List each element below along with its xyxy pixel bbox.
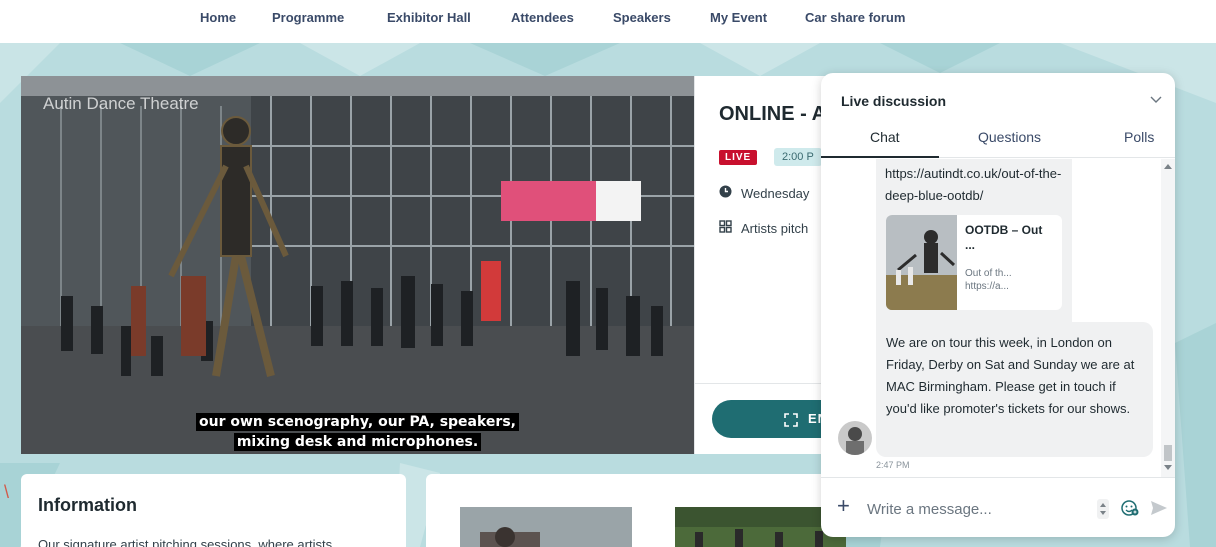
gallery-thumbnail-1[interactable] [460, 507, 632, 547]
emoji-add-icon[interactable] [1121, 499, 1139, 522]
tab-chat[interactable]: Chat [870, 129, 900, 145]
link-preview-description: Out of th... https://a... [965, 268, 1012, 292]
chat-message-list[interactable]: https://autindt.co.uk/out-of-the-deep-bl… [821, 159, 1175, 477]
message-timestamp: 2:47 PM [876, 460, 910, 470]
chat-message-text: We are on tour this week, in London on F… [886, 335, 1135, 416]
avatar[interactable] [838, 421, 872, 455]
information-description: Our signature artist pitching sessions, … [38, 537, 333, 547]
information-card: Information Our signature artist pitchin… [21, 474, 406, 547]
tab-polls[interactable]: Polls [1124, 129, 1154, 145]
composer-divider [821, 477, 1175, 478]
active-tab-indicator [821, 156, 939, 158]
grid-icon [719, 220, 733, 236]
caption-text-1: our own scenography, our PA, speakers, [196, 413, 519, 431]
message-input[interactable] [867, 494, 1087, 524]
media-gallery-card [426, 474, 846, 547]
video-frame-image [21, 76, 694, 454]
nav-item-car-share-forum[interactable]: Car share forum [805, 10, 905, 25]
chat-scrollbar[interactable] [1161, 159, 1175, 477]
chat-panel-title: Live discussion [841, 93, 947, 109]
link-preview-image [886, 215, 957, 310]
nav-item-attendees[interactable]: Attendees [511, 10, 574, 25]
send-icon[interactable] [1150, 499, 1168, 522]
decorative-shape: \ [4, 482, 10, 502]
video-watermark: Autin Dance Theatre [43, 94, 199, 113]
scroll-down-arrow-icon[interactable] [1164, 465, 1172, 471]
scrollbar-thumb[interactable] [1164, 445, 1172, 461]
nav-item-exhibitor-hall[interactable]: Exhibitor Hall [387, 10, 471, 25]
video-caption-line-2: mixing desk and microphones. [21, 433, 694, 451]
nav-item-programme[interactable]: Programme [272, 10, 344, 25]
session-time-badge: 2:00 P [774, 148, 822, 166]
session-date: Wednesday [741, 186, 810, 201]
top-navigation: Home Programme Exhibitor Hall Attendees … [0, 0, 1216, 43]
clock-icon [719, 185, 733, 201]
nav-item-my-event[interactable]: My Event [710, 10, 767, 25]
session-title: ONLINE - A [719, 103, 827, 125]
fullscreen-icon [784, 412, 802, 427]
link-preview-title: OOTDB – Out ... [965, 223, 1043, 252]
nav-item-speakers[interactable]: Speakers [613, 10, 671, 25]
video-player[interactable]: Autin Dance Theatre our own scenography,… [21, 76, 694, 454]
session-track: Artists pitch [741, 221, 809, 236]
tab-divider [939, 157, 1175, 158]
chevron-down-icon[interactable] [1148, 91, 1164, 107]
session-date-row: Wednesday [719, 185, 809, 201]
message-link-text[interactable]: https://autindt.co.uk/out-of-the-deep-bl… [885, 163, 1070, 207]
scroll-up-arrow-icon[interactable] [1164, 163, 1172, 169]
caption-text-2: mixing desk and microphones. [233, 433, 482, 451]
tab-questions[interactable]: Questions [978, 129, 1041, 145]
plus-icon[interactable]: + [837, 495, 850, 517]
video-caption-line-1: our own scenography, our PA, speakers, [21, 413, 694, 431]
information-title: Information [38, 495, 137, 515]
live-discussion-panel: Live discussion Chat Questions Polls htt… [821, 73, 1175, 537]
chat-message: We are on tour this week, in London on F… [876, 322, 1153, 457]
session-track-row: Artists pitch [719, 220, 808, 236]
stepper-icon[interactable] [1097, 499, 1109, 524]
live-badge: LIVE [719, 150, 758, 165]
nav-item-home[interactable]: Home [200, 10, 236, 25]
link-preview-card[interactable]: OOTDB – Out ... Out of th... https://a..… [886, 215, 1062, 310]
